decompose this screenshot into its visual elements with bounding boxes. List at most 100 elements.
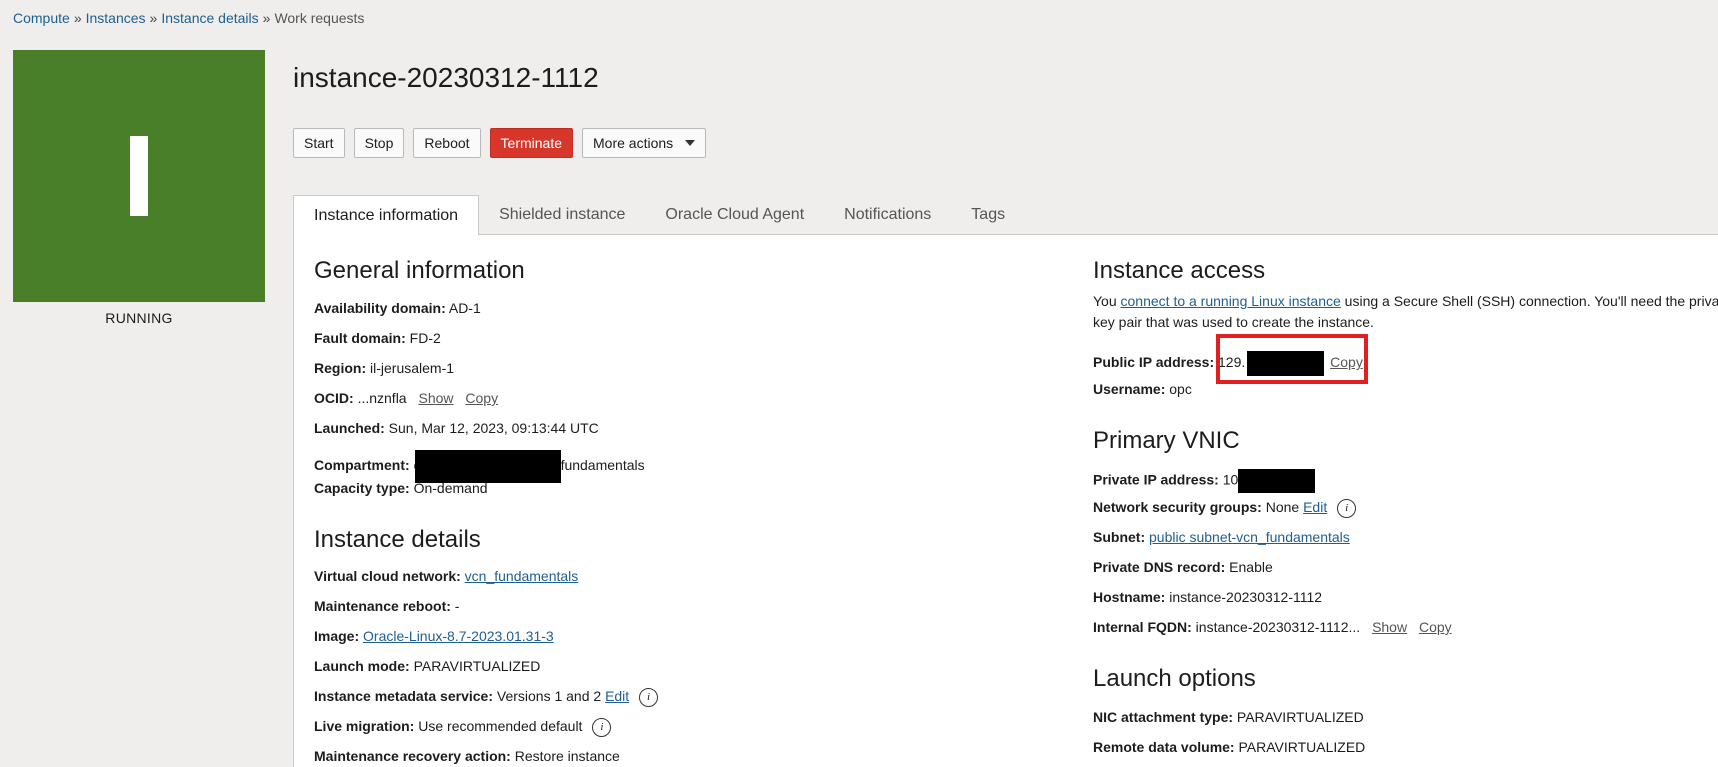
image-link[interactable]: Oracle-Linux-8.7-2023.01.31-3 xyxy=(363,628,554,644)
availability-domain-value: AD-1 xyxy=(448,300,481,316)
tab-tags[interactable]: Tags xyxy=(951,195,1025,234)
fault-domain-label: Fault domain: xyxy=(314,330,406,346)
instance-state: RUNNING xyxy=(105,310,173,326)
nsg-row: Network security groups: None Edit i xyxy=(1093,499,1357,518)
remote-data-volume-label: Remote data volume: xyxy=(1093,739,1235,755)
maintenance-recovery-value: Restore instance xyxy=(514,748,620,764)
nic-attachment-row: NIC attachment type: PARAVIRTUALIZED xyxy=(1093,709,1364,725)
breadcrumb-instance-details[interactable]: Instance details xyxy=(161,10,258,26)
terminate-button[interactable]: Terminate xyxy=(489,128,574,158)
launch-mode-row: Launch mode: PARAVIRTUALIZED xyxy=(314,658,540,674)
info-icon[interactable]: i xyxy=(639,688,659,707)
ocid-copy-link[interactable]: Copy xyxy=(465,390,498,406)
remote-data-volume-value: PARAVIRTUALIZED xyxy=(1238,739,1366,755)
username-value: opc xyxy=(1169,381,1192,397)
connect-linux-link[interactable]: connect to a running Linux instance xyxy=(1121,293,1341,309)
launched-row: Launched: Sun, Mar 12, 2023, 09:13:44 UT… xyxy=(314,420,599,436)
avatar-letter-icon xyxy=(130,136,148,216)
private-ip-label: Private IP address: xyxy=(1093,471,1219,488)
launch-options-heading: Launch options xyxy=(1093,665,1256,692)
start-button[interactable]: Start xyxy=(293,128,345,158)
maintenance-reboot-label: Maintenance reboot: xyxy=(314,598,451,614)
vcn-row: Virtual cloud network: vcn_fundamentals xyxy=(314,568,578,584)
region-row: Region: il-jerusalem-1 xyxy=(314,360,454,376)
subnet-row: Subnet: public subnet-vcn_fundamentals xyxy=(1093,529,1350,545)
metadata-service-row: Instance metadata service: Versions 1 an… xyxy=(314,688,659,707)
launch-mode-value: PARAVIRTUALIZED xyxy=(413,658,541,674)
dns-value: Enable xyxy=(1229,559,1273,575)
region-value: il-jerusalem-1 xyxy=(370,360,455,376)
hostname-label: Hostname: xyxy=(1093,589,1166,605)
capacity-type-value: On-demand xyxy=(413,480,488,496)
compartment-suffix: fundamentals xyxy=(560,457,645,474)
username-row: Username: opc xyxy=(1093,381,1192,397)
breadcrumb-compute[interactable]: Compute xyxy=(13,10,70,26)
availability-domain-row: Availability domain: AD-1 xyxy=(314,300,481,316)
maintenance-reboot-row: Maintenance reboot: - xyxy=(314,598,459,614)
reboot-button[interactable]: Reboot xyxy=(413,128,481,158)
breadcrumb-separator: » xyxy=(149,10,158,26)
username-label: Username: xyxy=(1093,381,1166,397)
metadata-service-value: Versions 1 and 2 xyxy=(496,688,602,705)
metadata-edit-link[interactable]: Edit xyxy=(605,688,629,704)
region-label: Region: xyxy=(314,360,367,376)
ocid-row: OCID: ...nznfla Show Copy xyxy=(314,390,498,406)
maintenance-recovery-row: Maintenance recovery action: Restore ins… xyxy=(314,748,620,764)
ocid-value: ...nznfla xyxy=(357,390,407,406)
fqdn-label: Internal FQDN: xyxy=(1093,619,1192,635)
breadcrumb: Compute» Instances» Instance details» Work … xyxy=(13,10,364,26)
hostname-value: instance-20230312-1112 xyxy=(1169,589,1323,605)
image-row: Image: Oracle-Linux-8.7-2023.01.31-3 xyxy=(314,628,554,644)
redaction-block xyxy=(414,450,561,483)
compartment-label: Compartment: xyxy=(314,457,410,474)
breadcrumb-separator: » xyxy=(73,10,82,26)
live-migration-label: Live migration: xyxy=(314,718,415,735)
private-ip-prefix: 10 xyxy=(1222,471,1239,488)
nsg-edit-link[interactable]: Edit xyxy=(1303,499,1327,515)
maintenance-reboot-value: - xyxy=(454,598,460,614)
instance-details-heading: Instance details xyxy=(314,526,481,553)
instance-access-heading: Instance access xyxy=(1093,257,1266,284)
maintenance-recovery-label: Maintenance recovery action: xyxy=(314,748,511,764)
tab-shielded-instance[interactable]: Shielded instance xyxy=(479,195,645,234)
tab-notifications[interactable]: Notifications xyxy=(824,195,951,234)
nic-attachment-value: PARAVIRTUALIZED xyxy=(1236,709,1364,725)
live-migration-value: Use recommended default xyxy=(418,718,583,735)
nsg-label: Network security groups: xyxy=(1093,499,1262,516)
access-text-line2: key pair that was used to create the ins… xyxy=(1093,314,1374,330)
fqdn-copy-link[interactable]: Copy xyxy=(1419,619,1452,635)
info-icon[interactable]: i xyxy=(592,718,612,737)
capacity-type-row: Capacity type: On-demand xyxy=(314,480,488,496)
more-actions-button[interactable]: More actions xyxy=(582,128,707,158)
instance-access-description: You connect to a running Linux instance … xyxy=(1093,291,1718,333)
ocid-show-link[interactable]: Show xyxy=(418,390,453,406)
subnet-link[interactable]: public subnet-vcn_fundamentals xyxy=(1149,529,1350,545)
private-ip-row: Private IP address: 10 xyxy=(1093,469,1316,493)
fqdn-show-link[interactable]: Show xyxy=(1372,619,1407,635)
compartment-row: Compartment: cfundamentals xyxy=(314,450,645,483)
remote-data-volume-row: Remote data volume: PARAVIRTUALIZED xyxy=(1093,739,1365,755)
info-icon[interactable]: i xyxy=(1337,499,1357,518)
breadcrumb-separator: » xyxy=(262,10,271,26)
hostname-row: Hostname: instance-20230312-1112 xyxy=(1093,589,1322,605)
vcn-link[interactable]: vcn_fundamentals xyxy=(465,568,579,584)
live-migration-row: Live migration: Use recommended default … xyxy=(314,718,612,737)
launched-label: Launched: xyxy=(314,420,385,436)
availability-domain-label: Availability domain: xyxy=(314,300,446,316)
launch-mode-label: Launch mode: xyxy=(314,658,410,674)
capacity-type-label: Capacity type: xyxy=(314,480,410,496)
metadata-service-label: Instance metadata service: xyxy=(314,688,493,705)
launched-value: Sun, Mar 12, 2023, 09:13:44 UTC xyxy=(388,420,599,436)
fqdn-row: Internal FQDN: instance-20230312-1112...… xyxy=(1093,619,1452,635)
tab-instance-information[interactable]: Instance information xyxy=(293,195,480,236)
tab-oracle-cloud-agent[interactable]: Oracle Cloud Agent xyxy=(645,195,824,234)
more-actions-label: More actions xyxy=(593,135,674,151)
dns-row: Private DNS record: Enable xyxy=(1093,559,1273,575)
stop-button[interactable]: Stop xyxy=(353,128,405,158)
breadcrumb-current: Work requests xyxy=(274,10,365,26)
tab-bar: Instance information Shielded instance O… xyxy=(293,195,1025,236)
page-title: instance-20230312-1112 xyxy=(293,62,599,93)
primary-vnic-heading: Primary VNIC xyxy=(1093,427,1240,454)
breadcrumb-instances[interactable]: Instances xyxy=(86,10,146,26)
access-text-after: using a Secure Shell (SSH) connection. Y… xyxy=(1340,293,1718,309)
